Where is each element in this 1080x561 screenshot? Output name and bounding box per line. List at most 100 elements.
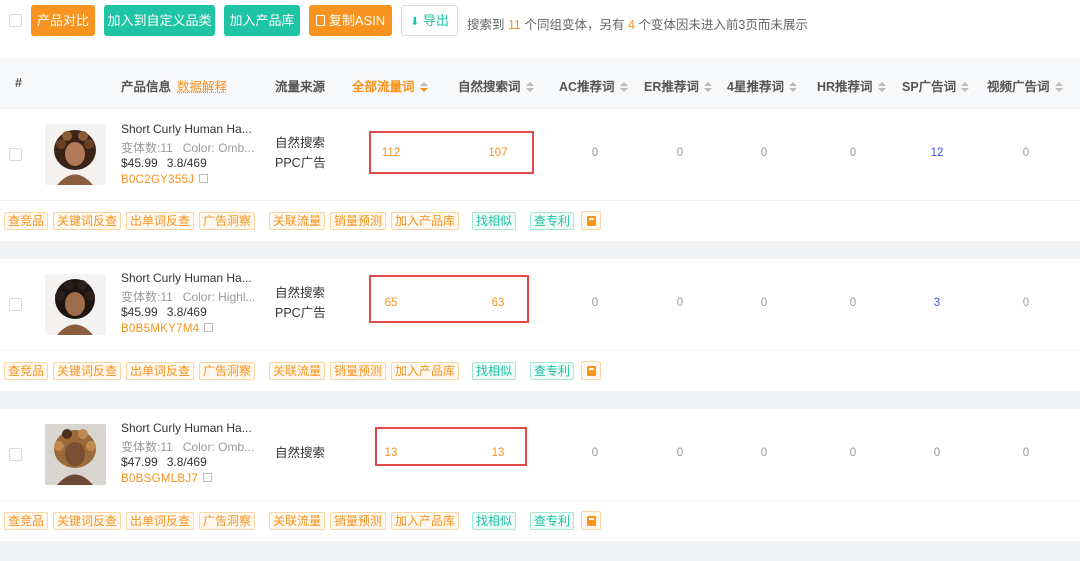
patent-tag[interactable]: 查专利 xyxy=(530,362,575,380)
header-four-star[interactable]: 4星推荐词 xyxy=(727,76,797,95)
color-label: Color: Omb... xyxy=(182,440,255,454)
row-checkbox[interactable] xyxy=(9,298,22,311)
sales-forecast-tag[interactable]: 销量预测 xyxy=(330,212,387,230)
ac-count: 0 xyxy=(591,147,599,159)
external-link-icon[interactable] xyxy=(203,473,213,482)
find-similar-tag[interactable]: 找相似 xyxy=(472,362,517,380)
rating-value: 3.8/469 xyxy=(166,156,207,170)
add-category-button[interactable]: 加入到自定义品类 xyxy=(104,5,215,36)
product-image[interactable] xyxy=(45,424,106,485)
sales-forecast-tag[interactable]: 销量预测 xyxy=(330,362,387,380)
find-similar-tag[interactable]: 找相似 xyxy=(472,212,517,230)
sort-icon xyxy=(1054,82,1063,92)
header-ac[interactable]: AC推荐词 xyxy=(559,76,628,95)
copy-asin-button[interactable]: 复制ASIN xyxy=(309,5,392,36)
related-traffic-tag[interactable]: 关联流量 xyxy=(269,362,326,380)
all-traffic-count[interactable]: 112 xyxy=(371,147,411,159)
organic-count[interactable]: 107 xyxy=(478,147,518,159)
add-library-button[interactable]: 加入产品库 xyxy=(224,5,300,36)
product-title[interactable]: Short Curly Human Ha... xyxy=(121,122,252,136)
ad-insight-tag[interactable]: 广告洞察 xyxy=(199,362,256,380)
copy-asin-label: 复制ASIN xyxy=(328,13,386,28)
sp-count[interactable]: 0 xyxy=(917,447,957,459)
select-all-checkbox[interactable] xyxy=(9,14,22,27)
variant-count: 变体数:11 xyxy=(121,141,173,155)
product-title[interactable]: Short Curly Human Ha... xyxy=(121,421,252,435)
row-checkbox[interactable] xyxy=(9,148,22,161)
search-summary: 搜索到 11 个同组变体，另有 4 个变体因未进入前3页而未展示 xyxy=(467,14,808,33)
external-link-icon[interactable] xyxy=(204,323,214,332)
product-price: $45.99 3.8/469 xyxy=(121,156,207,170)
row-divider xyxy=(0,391,1080,409)
compare-button[interactable]: 产品对比 xyxy=(31,5,95,36)
traffic-source: 自然搜索 PPC广告 xyxy=(275,133,326,173)
calculator-icon[interactable] xyxy=(581,511,601,530)
price-value: $47.99 xyxy=(121,455,158,469)
asin-link[interactable]: B0B5MKY7M4 xyxy=(121,323,214,335)
external-link-icon[interactable] xyxy=(199,174,209,183)
action-bar: 查竞品 关键词反查 出单词反查 广告洞察 关联流量 销量预测 加入产品库 找相似… xyxy=(0,500,1080,540)
asin-link[interactable]: B0C2GY355J xyxy=(121,174,209,186)
keyword-reverse-tag[interactable]: 关键词反查 xyxy=(53,212,122,230)
all-traffic-count[interactable]: 65 xyxy=(371,297,411,309)
wig-image xyxy=(45,124,106,185)
patent-tag[interactable]: 查专利 xyxy=(530,512,575,530)
row-divider xyxy=(0,241,1080,259)
data-explain-link[interactable]: 数据解释 xyxy=(177,80,227,94)
product-meta: 变体数:11 Color: Omb... xyxy=(121,139,254,156)
header-all-traffic[interactable]: 全部流量词 xyxy=(352,76,428,95)
header-sp-label: SP广告词 xyxy=(902,80,957,94)
sp-count[interactable]: 12 xyxy=(917,147,957,159)
source-ppc: PPC广告 xyxy=(275,306,326,320)
price-value: $45.99 xyxy=(121,305,158,319)
patent-tag[interactable]: 查专利 xyxy=(530,212,575,230)
price-value: $45.99 xyxy=(121,156,158,170)
header-video[interactable]: 视频广告词 xyxy=(987,76,1063,95)
add-library-tag[interactable]: 加入产品库 xyxy=(391,362,460,380)
header-hr[interactable]: HR推荐词 xyxy=(817,76,886,95)
product-meta: 变体数:11 Color: Highl... xyxy=(121,288,256,305)
color-label: Color: Highl... xyxy=(182,290,256,304)
sort-icon xyxy=(703,82,712,92)
competitor-tag[interactable]: 查竞品 xyxy=(4,512,49,530)
header-index: # xyxy=(15,76,22,90)
related-traffic-tag[interactable]: 关联流量 xyxy=(269,212,326,230)
competitor-tag[interactable]: 查竞品 xyxy=(4,212,49,230)
copy-icon xyxy=(315,15,325,26)
organic-count[interactable]: 13 xyxy=(478,447,518,459)
all-traffic-count[interactable]: 13 xyxy=(371,447,411,459)
order-keyword-tag[interactable]: 出单词反查 xyxy=(126,212,195,230)
header-organic-label: 自然搜索词 xyxy=(458,80,521,94)
wig-image xyxy=(45,424,106,485)
ac-count: 0 xyxy=(591,297,599,309)
header-sp[interactable]: SP广告词 xyxy=(902,76,970,95)
ad-insight-tag[interactable]: 广告洞察 xyxy=(199,512,256,530)
order-keyword-tag[interactable]: 出单词反查 xyxy=(126,512,195,530)
keyword-reverse-tag[interactable]: 关键词反查 xyxy=(53,362,122,380)
product-image[interactable] xyxy=(45,274,106,335)
er-count: 0 xyxy=(676,147,684,159)
find-similar-tag[interactable]: 找相似 xyxy=(472,512,517,530)
organic-count[interactable]: 63 xyxy=(478,297,518,309)
competitor-tag[interactable]: 查竞品 xyxy=(4,362,49,380)
product-title[interactable]: Short Curly Human Ha... xyxy=(121,271,252,285)
ad-insight-tag[interactable]: 广告洞察 xyxy=(199,212,256,230)
calculator-icon[interactable] xyxy=(581,211,601,230)
order-keyword-tag[interactable]: 出单词反查 xyxy=(126,362,195,380)
export-button[interactable]: ⬇ 导出 xyxy=(401,5,458,36)
header-er[interactable]: ER推荐词 xyxy=(644,76,712,95)
sales-forecast-tag[interactable]: 销量预测 xyxy=(330,512,387,530)
add-library-tag[interactable]: 加入产品库 xyxy=(391,212,460,230)
header-organic[interactable]: 自然搜索词 xyxy=(458,76,534,95)
header-er-label: ER推荐词 xyxy=(644,80,699,94)
related-traffic-tag[interactable]: 关联流量 xyxy=(269,512,326,530)
sp-count[interactable]: 3 xyxy=(917,297,957,309)
asin-link[interactable]: B0BSGMLBJ7 xyxy=(121,473,213,485)
row-checkbox[interactable] xyxy=(9,448,22,461)
video-count: 0 xyxy=(1022,447,1030,459)
calculator-icon[interactable] xyxy=(581,361,601,380)
add-library-tag[interactable]: 加入产品库 xyxy=(391,512,460,530)
video-count: 0 xyxy=(1022,297,1030,309)
keyword-reverse-tag[interactable]: 关键词反查 xyxy=(53,512,122,530)
product-image[interactable] xyxy=(45,124,106,185)
